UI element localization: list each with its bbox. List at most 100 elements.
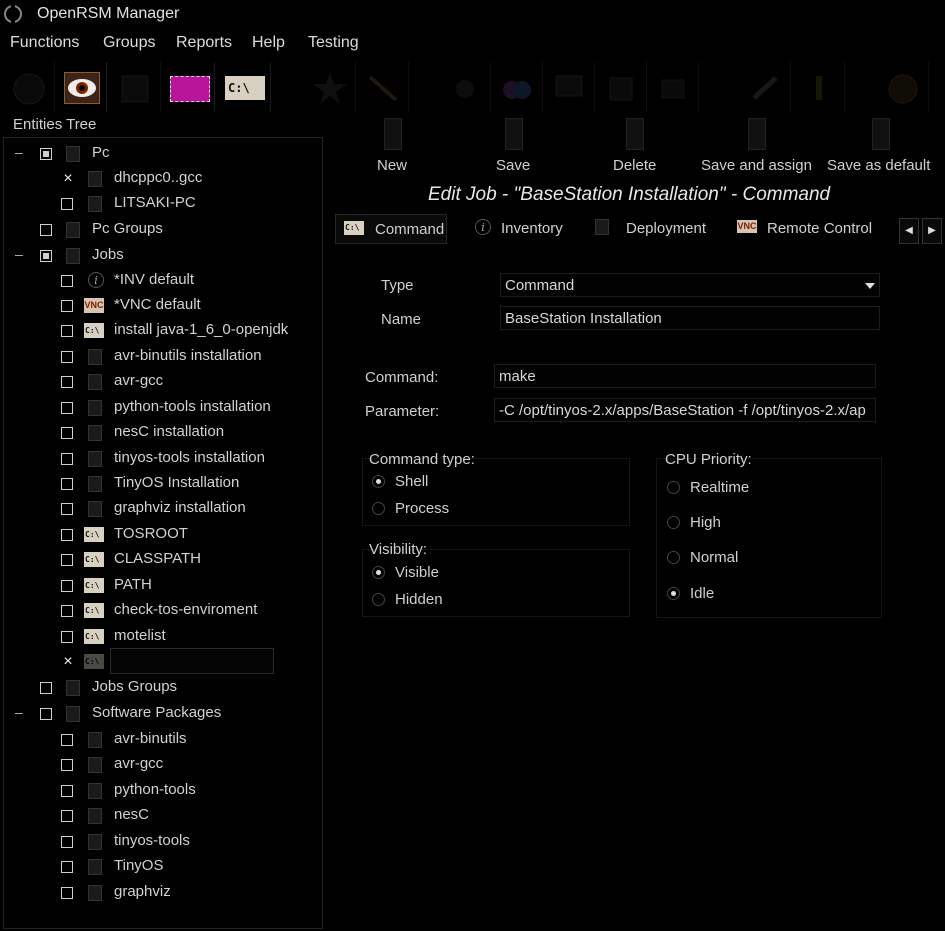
report-icon (121, 75, 149, 103)
delete-button[interactable]: Delete (613, 157, 656, 174)
idle-radio[interactable] (667, 587, 680, 600)
print-button[interactable] (648, 62, 699, 112)
collapse-toggle[interactable]: – (15, 704, 23, 720)
vnc-icon: VNC (737, 220, 757, 233)
pc-button[interactable] (544, 62, 595, 112)
parameter-field[interactable]: -C /opt/tinyos-2.x/apps/BaseStation -f /… (494, 398, 876, 422)
gear-icon (456, 80, 474, 98)
checkbox[interactable] (40, 148, 52, 160)
star-button[interactable] (305, 62, 356, 112)
checkbox[interactable] (61, 325, 73, 337)
tab-label: Remote Control (767, 220, 873, 237)
tab-remote-control[interactable]: VNC Remote Control (735, 214, 885, 242)
package-icon (88, 374, 102, 390)
checkbox[interactable] (61, 453, 73, 465)
high-radio[interactable] (667, 516, 680, 529)
new-button[interactable]: New (377, 157, 407, 174)
tab-command[interactable]: C:\ Command (335, 214, 447, 244)
checkbox[interactable] (61, 478, 73, 490)
power-button[interactable] (4, 62, 55, 112)
checkbox[interactable] (40, 682, 52, 694)
menu-groups[interactable]: Groups (103, 34, 155, 52)
print-icon (661, 79, 685, 99)
save-as-default-button[interactable]: Save as default (827, 157, 930, 174)
normal-radio[interactable] (667, 551, 680, 564)
checkbox[interactable] (61, 427, 73, 439)
checkbox[interactable] (61, 300, 73, 312)
shell-radio[interactable] (372, 475, 385, 488)
checkbox[interactable] (61, 351, 73, 363)
package-icon (88, 834, 102, 850)
checkbox[interactable] (61, 503, 73, 515)
checkbox-checked[interactable]: × (61, 171, 75, 187)
color-button[interactable] (492, 62, 543, 112)
checkbox[interactable] (61, 580, 73, 592)
tab-deployment[interactable]: Deployment (592, 214, 722, 242)
menu-functions[interactable]: Functions (10, 34, 79, 52)
menu-help[interactable]: Help (252, 34, 285, 52)
checkbox[interactable] (61, 836, 73, 848)
visible-label: Visible (395, 564, 439, 581)
monitor-button[interactable] (56, 62, 107, 112)
checkbox[interactable] (61, 759, 73, 771)
tab-scroll-right-button[interactable]: ▶ (922, 218, 942, 244)
inventory-button[interactable] (164, 62, 215, 112)
checkbox[interactable] (61, 605, 73, 617)
checkbox[interactable] (61, 275, 73, 287)
tab-scroll-left-button[interactable]: ◀ (899, 218, 919, 244)
collapse-toggle[interactable]: – (15, 144, 23, 160)
tool-icon (752, 76, 778, 100)
settings-button[interactable] (440, 62, 491, 112)
entities-tree-title: Entities Tree (13, 116, 97, 133)
tree-label: python-tools installation (114, 398, 271, 415)
checkbox[interactable] (40, 708, 52, 720)
save-and-assign-button[interactable]: Save and assign (701, 157, 812, 174)
process-radio[interactable] (372, 502, 385, 515)
package-icon (88, 349, 102, 365)
save-button[interactable]: Save (496, 157, 530, 174)
command-type-label: Command type: (369, 451, 475, 468)
checkbox[interactable] (61, 631, 73, 643)
command-button[interactable]: C:\ (220, 62, 271, 112)
checkbox[interactable] (61, 529, 73, 541)
type-select[interactable]: Command (500, 273, 880, 297)
checkbox[interactable] (40, 224, 52, 236)
visible-radio[interactable] (372, 566, 385, 579)
collapse-toggle[interactable]: – (15, 246, 23, 262)
command-icon: C:\ (84, 654, 104, 669)
globe-button[interactable] (878, 62, 929, 112)
tree-label: CLASSPATH (114, 550, 201, 567)
wand-button[interactable] (358, 62, 409, 112)
checkbox[interactable] (61, 785, 73, 797)
name-field[interactable]: BaseStation Installation (500, 306, 880, 330)
menu-reports[interactable]: Reports (176, 34, 232, 52)
checkbox[interactable] (61, 887, 73, 899)
command-icon: C:\ (84, 527, 104, 542)
checkbox-checked[interactable]: × (61, 654, 75, 670)
menu-testing[interactable]: Testing (308, 34, 359, 52)
tool-button[interactable] (740, 62, 791, 112)
network-button[interactable] (596, 62, 647, 112)
checkbox[interactable] (61, 861, 73, 873)
checkbox[interactable] (61, 554, 73, 566)
checkbox[interactable] (61, 810, 73, 822)
command-field[interactable]: make (494, 364, 876, 388)
checkbox[interactable] (61, 402, 73, 414)
checkbox[interactable] (61, 734, 73, 746)
tab-inventory[interactable]: i Inventory (470, 214, 580, 242)
info-button[interactable] (794, 62, 845, 112)
tree-label: graphviz installation (114, 499, 246, 516)
hidden-radio[interactable] (372, 593, 385, 606)
realtime-radio[interactable] (667, 481, 680, 494)
tree-label: tinyos-tools (114, 832, 190, 849)
checkbox[interactable] (61, 198, 73, 210)
tree-item-editing[interactable] (110, 648, 274, 674)
reports-button[interactable] (110, 62, 161, 112)
vnc-icon: VNC (84, 298, 104, 313)
tree-label: nesC installation (114, 423, 225, 440)
page-title: Edit Job - "BaseStation Installation" - … (428, 184, 831, 205)
checkbox[interactable] (40, 250, 52, 262)
checkbox[interactable] (61, 376, 73, 388)
command-icon: C:\ (84, 629, 104, 644)
high-label: High (690, 514, 721, 531)
